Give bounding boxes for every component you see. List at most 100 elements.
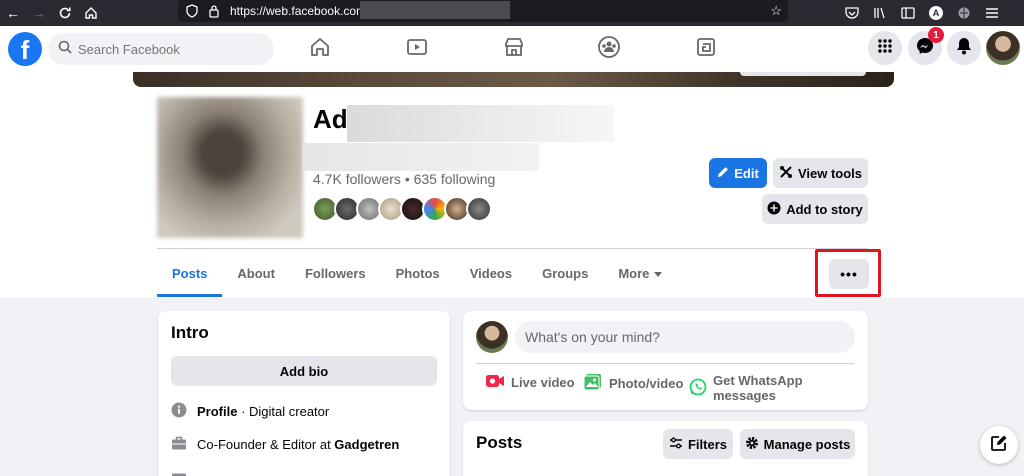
facebook-header: f 1 <box>0 26 1024 72</box>
add-to-story-button[interactable]: Add to story <box>762 194 868 224</box>
store-icon <box>503 36 525 63</box>
add-to-story-label: Add to story <box>786 201 863 217</box>
follower-avatars <box>312 196 492 222</box>
add-bio-button[interactable]: Add bio <box>171 356 437 386</box>
messenger-button[interactable]: 1 <box>908 27 944 65</box>
name-redaction-secondary <box>303 143 539 171</box>
photo-video-label: Photo/video <box>609 376 684 391</box>
back-icon[interactable]: ← <box>0 0 26 26</box>
live-video-icon <box>485 373 505 392</box>
compose-icon <box>990 434 1008 457</box>
menu-grid-button[interactable] <box>868 31 902 65</box>
nav-marketplace[interactable] <box>479 26 549 72</box>
profile-header: Ad 4.7K followers • 635 following Edit V… <box>0 72 1024 298</box>
intro-work-text: Co-Founder & Editor at <box>197 437 335 452</box>
nav-home[interactable] <box>285 26 355 72</box>
intro-work-row: Co-Founder & Editor at Gadgetren <box>171 436 399 453</box>
filters-icon <box>669 437 683 452</box>
notifications-button[interactable] <box>947 31 981 65</box>
pencil-icon <box>717 166 729 181</box>
building-icon <box>171 470 187 476</box>
posts-card: Posts Filters Manage posts <box>463 421 868 476</box>
tab-followers[interactable]: Followers <box>290 249 381 297</box>
lock-icon[interactable] <box>208 4 220 23</box>
url-redaction <box>360 1 510 19</box>
intro-profile-value: · Digital creator <box>237 404 330 419</box>
notification-badge: 1 <box>928 27 944 43</box>
url-bar[interactable]: https://web.facebook.com/ ☆ <box>178 0 788 22</box>
whatsapp-icon <box>689 378 707 399</box>
manage-posts-button[interactable]: Manage posts <box>740 429 855 459</box>
view-tools-label: View tools <box>797 165 863 181</box>
briefcase-icon <box>171 436 187 453</box>
tab-more-label: More <box>618 265 650 281</box>
photo-icon <box>583 373 603 394</box>
home-icon <box>309 36 331 63</box>
home-icon[interactable] <box>78 0 104 26</box>
live-video-label: Live video <box>511 375 575 390</box>
highlight-annotation <box>815 249 881 297</box>
grid-icon <box>877 38 893 59</box>
account-avatar[interactable] <box>986 31 1020 65</box>
facebook-logo-icon[interactable]: f <box>8 32 42 66</box>
profile-tabs: Posts About Followers Photos Videos Grou… <box>157 249 677 297</box>
intro-title: Intro <box>171 323 209 342</box>
divider <box>476 363 854 364</box>
gaming-icon <box>695 36 717 63</box>
profile-name: Ad <box>313 104 348 134</box>
star-icon[interactable]: ☆ <box>770 3 782 19</box>
followers-count[interactable]: 4.7K followers • 635 following <box>313 171 495 187</box>
edit-cover-button[interactable] <box>740 72 866 76</box>
library-icon[interactable] <box>868 1 892 25</box>
intro-card: Intro Add bio Profile · Digital creator … <box>158 311 450 476</box>
edit-button-label: Edit <box>734 165 759 181</box>
tab-photos[interactable]: Photos <box>381 249 455 297</box>
filters-label: Filters <box>687 436 727 452</box>
groups-icon <box>597 35 621 64</box>
intro-work-company[interactable]: Gadgetren <box>334 437 399 452</box>
view-tools-button[interactable]: View tools <box>773 158 868 188</box>
filters-button[interactable]: Filters <box>663 429 733 459</box>
whatsapp-label: Get WhatsApp messages <box>713 373 803 403</box>
live-video-button[interactable]: Live video <box>485 373 575 392</box>
url-text: https://web.facebook.com/ <box>230 4 370 18</box>
name-redaction <box>347 105 614 142</box>
tab-more[interactable]: More <box>603 249 677 297</box>
plus-circle-icon <box>767 201 781 218</box>
reload-icon[interactable] <box>52 0 78 26</box>
account-icon[interactable]: A <box>924 1 948 25</box>
sidebar-icon[interactable] <box>896 1 920 25</box>
nav-groups[interactable] <box>574 26 644 72</box>
tab-videos[interactable]: Videos <box>455 249 527 297</box>
shield-icon[interactable] <box>186 4 198 23</box>
tab-groups[interactable]: Groups <box>527 249 603 297</box>
new-message-button[interactable] <box>980 426 1018 464</box>
nav-gaming[interactable] <box>671 26 741 72</box>
profile-picture[interactable] <box>157 97 303 238</box>
info-icon <box>171 402 187 421</box>
nav-watch[interactable] <box>382 26 452 72</box>
forward-icon[interactable]: → <box>26 0 52 26</box>
pocket-icon[interactable] <box>840 1 864 25</box>
search-input[interactable] <box>78 41 258 57</box>
intro-next-row <box>171 470 187 476</box>
gear-icon <box>745 436 759 453</box>
tab-posts[interactable]: Posts <box>157 249 223 297</box>
manage-posts-label: Manage posts <box>763 436 851 452</box>
photo-video-button[interactable]: Photo/video <box>583 373 683 394</box>
caret-down-icon <box>654 266 663 281</box>
tools-icon <box>779 165 793 182</box>
edit-button[interactable]: Edit <box>709 158 767 188</box>
search-icon <box>58 40 72 59</box>
bell-icon <box>956 37 972 60</box>
posts-title: Posts <box>476 433 523 452</box>
intro-profile-label: Profile <box>197 404 238 419</box>
avatar[interactable] <box>476 321 508 353</box>
whatsapp-button[interactable]: Get WhatsApp messages <box>689 373 868 403</box>
avatar[interactable] <box>466 196 492 222</box>
extension-icon[interactable] <box>952 1 976 25</box>
search-box[interactable] <box>48 33 274 65</box>
menu-icon[interactable] <box>980 1 1004 25</box>
tab-about[interactable]: About <box>222 249 290 297</box>
whats-on-your-mind-input[interactable]: What's on your mind? <box>515 321 855 353</box>
